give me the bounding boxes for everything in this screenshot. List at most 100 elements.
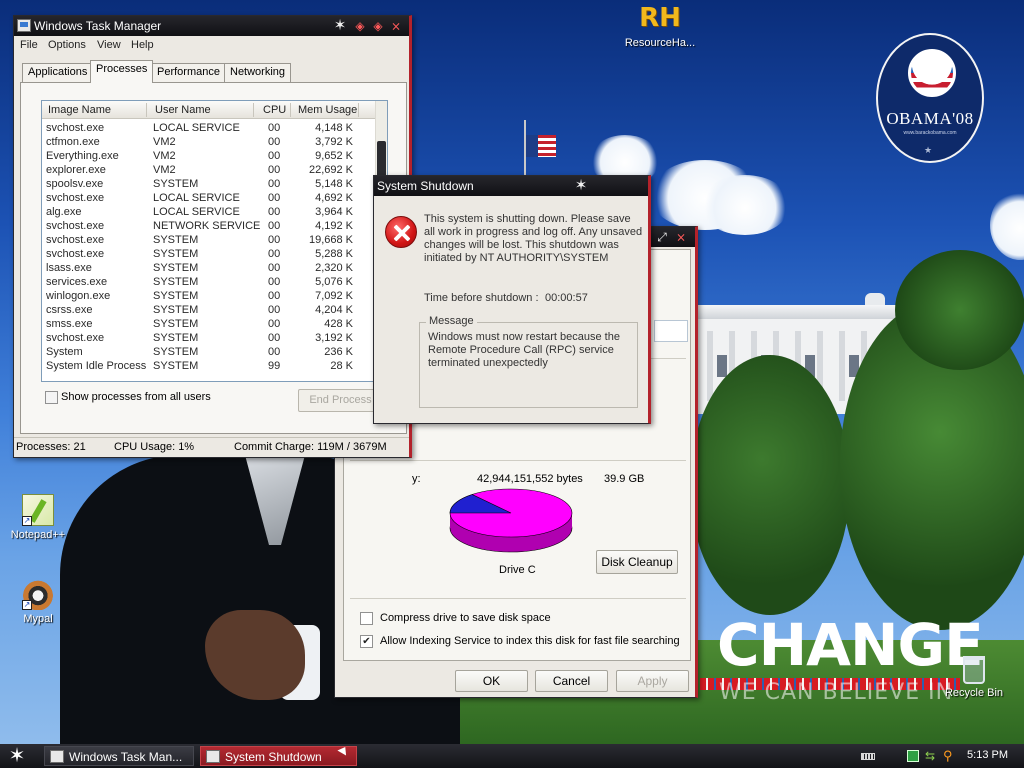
shutdown-titlebar[interactable]: System Shutdown ✶	[374, 176, 648, 196]
tab-networking[interactable]: Networking	[224, 63, 292, 82]
process-user: SYSTEM	[153, 178, 199, 190]
start-button[interactable]: ✶	[6, 746, 28, 766]
apply-button[interactable]: Apply	[616, 670, 689, 692]
process-name: lsass.exe	[46, 262, 92, 274]
task-manager-titlebar[interactable]: Windows Task Manager ✶ ◈ ◈ ⨯	[14, 16, 409, 36]
status-cpu-usage: CPU Usage: 1%	[114, 441, 195, 453]
process-name: winlogon.exe	[46, 290, 111, 302]
obama-08-logo: OBAMA'08 www.barackobama.com ★	[876, 33, 984, 163]
column-mem-usage[interactable]: Mem Usage	[298, 104, 357, 116]
desktop-icon-label: ResourceHa...	[624, 37, 696, 49]
process-cpu: 00	[268, 290, 281, 302]
desktop-icon-label: Recycle Bin	[944, 687, 1004, 699]
keyboard-icon[interactable]	[861, 753, 875, 760]
show-all-processes-checkbox[interactable]	[45, 391, 58, 404]
process-user: SYSTEM	[153, 234, 199, 246]
process-name: svchost.exe	[46, 332, 105, 344]
compress-checkbox[interactable]	[360, 612, 373, 625]
process-row[interactable]: winlogon.exe SYSTEM 00 7,092 K	[42, 290, 379, 304]
process-mem: 4,148 K	[315, 122, 353, 134]
status-commit-charge: Commit Charge: 119M / 3679M	[234, 441, 387, 453]
time-before-shutdown-label: Time before shutdown :	[424, 292, 539, 304]
process-row[interactable]: services.exe SYSTEM 00 5,076 K	[42, 276, 379, 290]
process-list[interactable]: Image Name User Name CPU Mem Usage svcho…	[41, 100, 388, 382]
menu-help[interactable]: Help	[131, 39, 154, 51]
process-mem: 3,192 K	[315, 332, 353, 344]
tab-processes[interactable]: Processes	[90, 60, 154, 83]
menu-view[interactable]: View	[97, 39, 121, 51]
volume-label-field[interactable]	[654, 320, 688, 342]
desktop-icon-recycle-bin[interactable]: Recycle Bin	[934, 656, 1014, 699]
desktop-icon-notepadpp[interactable]: ↗ Notepad++	[0, 494, 78, 541]
desktop-icon-mypal[interactable]: ↗ Mypal	[0, 578, 78, 625]
process-user: SYSTEM	[153, 346, 199, 358]
task-manager-icon	[17, 19, 31, 32]
process-row[interactable]: ctfmon.exe VM2 00 3,792 K	[42, 136, 379, 150]
taskbar-button-task-manager[interactable]: Windows Task Man...	[44, 746, 194, 766]
process-mem: 4,692 K	[315, 192, 353, 204]
disk-cleanup-button[interactable]: Disk Cleanup	[596, 550, 678, 574]
shortcut-arrow-icon: ↗	[22, 600, 32, 610]
end-process-button[interactable]: End Process	[298, 389, 383, 412]
process-row[interactable]: System Idle Process SYSTEM 99 28 K	[42, 360, 379, 374]
processes-panel: Image Name User Name CPU Mem Usage svcho…	[20, 82, 407, 434]
column-user-name[interactable]: User Name	[155, 104, 211, 116]
indexing-checkbox[interactable]: ✔	[360, 635, 373, 648]
process-row[interactable]: csrss.exe SYSTEM 00 4,204 K	[42, 304, 379, 318]
cancel-button[interactable]: Cancel	[535, 670, 608, 692]
star-icon[interactable]: ✶	[572, 177, 590, 195]
process-name: explorer.exe	[46, 164, 106, 176]
process-row[interactable]: spoolsv.exe SYSTEM 00 5,148 K	[42, 178, 379, 192]
process-mem: 236 K	[324, 346, 353, 358]
dialog-title: System Shutdown	[377, 179, 474, 193]
search-icon[interactable]: ⚲	[943, 749, 955, 762]
menu-options[interactable]: Options	[48, 39, 86, 51]
network-icon[interactable]: ⇆	[925, 750, 937, 762]
tab-performance[interactable]: Performance	[151, 63, 226, 82]
process-row[interactable]: smss.exe SYSTEM 00 428 K	[42, 318, 379, 332]
process-row[interactable]: svchost.exe NETWORK SERVICE 00 4,192 K	[42, 220, 379, 234]
process-row[interactable]: svchost.exe LOCAL SERVICE 00 4,148 K	[42, 122, 379, 136]
process-cpu: 00	[268, 122, 281, 134]
process-cpu: 00	[268, 234, 281, 246]
ok-button[interactable]: OK	[455, 670, 528, 692]
taskbar-button-system-shutdown[interactable]: System Shutdown	[200, 746, 357, 766]
process-name: System	[46, 346, 83, 358]
process-user: SYSTEM	[153, 276, 199, 288]
recycle-bin-icon	[963, 656, 985, 684]
process-mem: 7,092 K	[315, 290, 353, 302]
process-row[interactable]: svchost.exe SYSTEM 00 3,192 K	[42, 332, 379, 346]
tab-applications[interactable]: Applications	[22, 63, 94, 82]
window-icon	[206, 750, 220, 763]
process-name: svchost.exe	[46, 248, 105, 260]
clock[interactable]: 5:13 PM	[967, 749, 1008, 761]
star-icon[interactable]: ✶	[331, 17, 349, 35]
system-shutdown-dialog: System Shutdown ✶ This system is shuttin…	[373, 175, 651, 424]
process-row[interactable]: svchost.exe SYSTEM 00 5,288 K	[42, 248, 379, 262]
show-all-processes-label: Show processes from all users	[61, 391, 211, 403]
process-name: svchost.exe	[46, 122, 105, 134]
process-row[interactable]: lsass.exe SYSTEM 00 2,320 K	[42, 262, 379, 276]
process-row[interactable]: alg.exe LOCAL SERVICE 00 3,964 K	[42, 206, 379, 220]
close-icon[interactable]: ⨯	[387, 17, 405, 35]
column-image-name[interactable]: Image Name	[48, 104, 111, 116]
menu-file[interactable]: File	[20, 39, 38, 51]
process-row[interactable]: svchost.exe LOCAL SERVICE 00 4,692 K	[42, 192, 379, 206]
process-row[interactable]: System SYSTEM 00 236 K	[42, 346, 379, 360]
minimize-icon[interactable]: ◈	[351, 17, 369, 35]
maximize-icon[interactable]: ◈	[369, 17, 387, 35]
capacity-bytes: 42,944,151,552 bytes	[477, 473, 583, 485]
disk-usage-pie	[449, 488, 573, 553]
maximize-icon[interactable]: ⤢	[653, 228, 671, 246]
task-manager-icon	[50, 750, 64, 763]
menu-bar: File Options View Help	[14, 36, 409, 56]
process-row[interactable]: svchost.exe SYSTEM 00 19,668 K	[42, 234, 379, 248]
close-icon[interactable]: ⨯	[672, 228, 690, 246]
column-cpu[interactable]: CPU	[263, 104, 286, 116]
process-mem: 5,288 K	[315, 248, 353, 260]
taskbar-button-label: System Shutdown	[225, 750, 322, 764]
process-row[interactable]: Everything.exe VM2 00 9,652 K	[42, 150, 379, 164]
process-row[interactable]: explorer.exe VM2 00 22,692 K	[42, 164, 379, 178]
status-green-icon[interactable]	[907, 750, 919, 762]
desktop-icon-resourcehacker[interactable]: RH ResourceHa...	[620, 2, 700, 49]
